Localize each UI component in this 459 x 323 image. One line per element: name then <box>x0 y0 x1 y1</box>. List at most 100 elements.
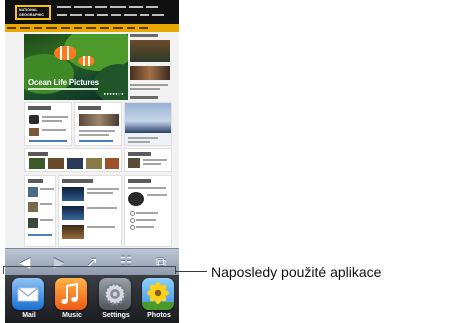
menu-link[interactable] <box>113 27 123 29</box>
dock-app-label: Photos <box>147 312 171 319</box>
sub-nav-link[interactable] <box>152 14 164 16</box>
top-nav <box>57 6 167 9</box>
top-nav-link[interactable] <box>74 6 92 8</box>
poll-radio[interactable] <box>130 218 135 223</box>
menu-link[interactable] <box>7 27 16 29</box>
text-line <box>87 188 119 190</box>
travel-panel <box>124 148 172 172</box>
menu-link[interactable] <box>74 27 82 29</box>
poll-radio[interactable] <box>130 225 135 230</box>
feature-thumbnail[interactable] <box>79 114 119 126</box>
section-menu-bar <box>5 24 179 32</box>
menu-link[interactable] <box>100 27 109 29</box>
text-line <box>40 203 52 205</box>
feature-thumbnail[interactable] <box>62 187 84 201</box>
sub-nav-link[interactable] <box>97 14 108 16</box>
community-thumbnail[interactable] <box>28 218 38 228</box>
video-thumbnail[interactable] <box>48 158 64 169</box>
sidebar-text-line <box>130 88 160 90</box>
news-thumbnail[interactable] <box>29 128 39 136</box>
panel-heading <box>28 106 51 110</box>
text-line <box>42 129 66 131</box>
menu-link[interactable] <box>139 27 148 29</box>
text-line <box>40 219 53 221</box>
text-line <box>87 226 115 228</box>
menu-link[interactable] <box>34 27 42 29</box>
poll-panel <box>124 175 172 247</box>
logo-text: NATIONAL GEOGRAPHIC <box>19 8 44 17</box>
text-line <box>42 120 62 122</box>
mail-icon <box>12 278 44 310</box>
menu-link[interactable] <box>127 27 135 29</box>
sub-nav-link[interactable] <box>124 14 137 16</box>
promo-image[interactable] <box>125 103 171 133</box>
link-line[interactable] <box>79 140 113 142</box>
dock-app-label: Settings <box>102 312 130 319</box>
travel-thumbnail[interactable] <box>128 158 140 168</box>
link-line[interactable] <box>29 140 67 142</box>
video-thumbnail[interactable] <box>86 158 102 169</box>
top-nav-link[interactable] <box>110 6 126 8</box>
carousel-dots[interactable]: ●●●●●○● <box>104 91 124 96</box>
callout-label: Naposledy použité aplikace <box>211 264 382 280</box>
sub-nav-link[interactable] <box>140 14 149 16</box>
poll-radio[interactable] <box>130 211 135 216</box>
dock-app-music[interactable]: Music <box>55 278 89 319</box>
poll-image[interactable] <box>128 192 144 206</box>
web-page[interactable]: NATIONAL GEOGRAPHIC Ocean Life Pictures … <box>5 0 179 275</box>
text-line <box>128 141 150 143</box>
national-geographic-logo[interactable]: NATIONAL GEOGRAPHIC <box>15 5 51 20</box>
editors-picks-panel <box>58 175 122 247</box>
site-header: NATIONAL GEOGRAPHIC <box>5 0 179 24</box>
video-thumbnail[interactable] <box>67 158 83 169</box>
top-nav-link[interactable] <box>57 6 71 8</box>
community-thumbnail[interactable] <box>28 202 38 212</box>
feature-thumbnail[interactable] <box>62 206 84 220</box>
top-nav-link[interactable] <box>146 6 158 8</box>
link-line[interactable] <box>28 234 52 236</box>
clownfish-image <box>54 46 76 60</box>
menu-link[interactable] <box>20 27 30 29</box>
panel-heading <box>78 106 101 110</box>
photo-of-the-day-thumbnail[interactable] <box>130 40 170 62</box>
screenshot: NATIONAL GEOGRAPHIC Ocean Life Pictures … <box>0 0 459 323</box>
sub-nav-link[interactable] <box>70 14 82 16</box>
dock-app-photos[interactable]: Photos <box>142 278 176 319</box>
text-line <box>136 219 156 221</box>
menu-link[interactable] <box>86 27 96 29</box>
text-line <box>42 116 68 118</box>
dock-app-settings[interactable]: Settings <box>99 278 133 319</box>
hero-image-clownfish[interactable]: Ocean Life Pictures ●●●●●○● <box>24 34 128 100</box>
text-line <box>87 207 117 209</box>
menu-link[interactable] <box>61 27 70 29</box>
community-panel <box>24 175 56 247</box>
dock-app-label: Mail <box>22 312 36 319</box>
text-line <box>143 159 167 161</box>
settings-icon <box>99 278 131 310</box>
top-nav-link[interactable] <box>129 6 143 8</box>
text-line <box>40 188 54 190</box>
sub-nav-link[interactable] <box>57 14 67 16</box>
video-thumbnail[interactable] <box>105 158 119 169</box>
community-thumbnail[interactable] <box>28 187 38 197</box>
menu-link[interactable] <box>46 27 57 29</box>
feature-thumbnail[interactable] <box>62 225 84 239</box>
photos-icon <box>142 278 174 310</box>
video-strip <box>24 148 122 172</box>
sidebar-photo-thumbnail[interactable] <box>130 66 170 80</box>
callout-leader-line <box>175 271 207 272</box>
news-thumbnail[interactable] <box>29 115 39 124</box>
text-line <box>128 187 166 189</box>
sub-nav-link[interactable] <box>85 14 94 16</box>
promo-panel <box>124 102 172 146</box>
video-thumbnail[interactable] <box>29 158 45 169</box>
dock-app-label: Music <box>62 312 82 319</box>
text-line <box>79 134 109 136</box>
text-line <box>143 163 161 165</box>
text-line <box>79 130 115 132</box>
top-nav-link[interactable] <box>95 6 107 8</box>
dock-app-mail[interactable]: Mail <box>12 278 46 319</box>
sub-nav-link[interactable] <box>111 14 121 16</box>
panel-heading <box>28 152 48 156</box>
hero-title[interactable]: Ocean Life Pictures <box>28 78 99 87</box>
